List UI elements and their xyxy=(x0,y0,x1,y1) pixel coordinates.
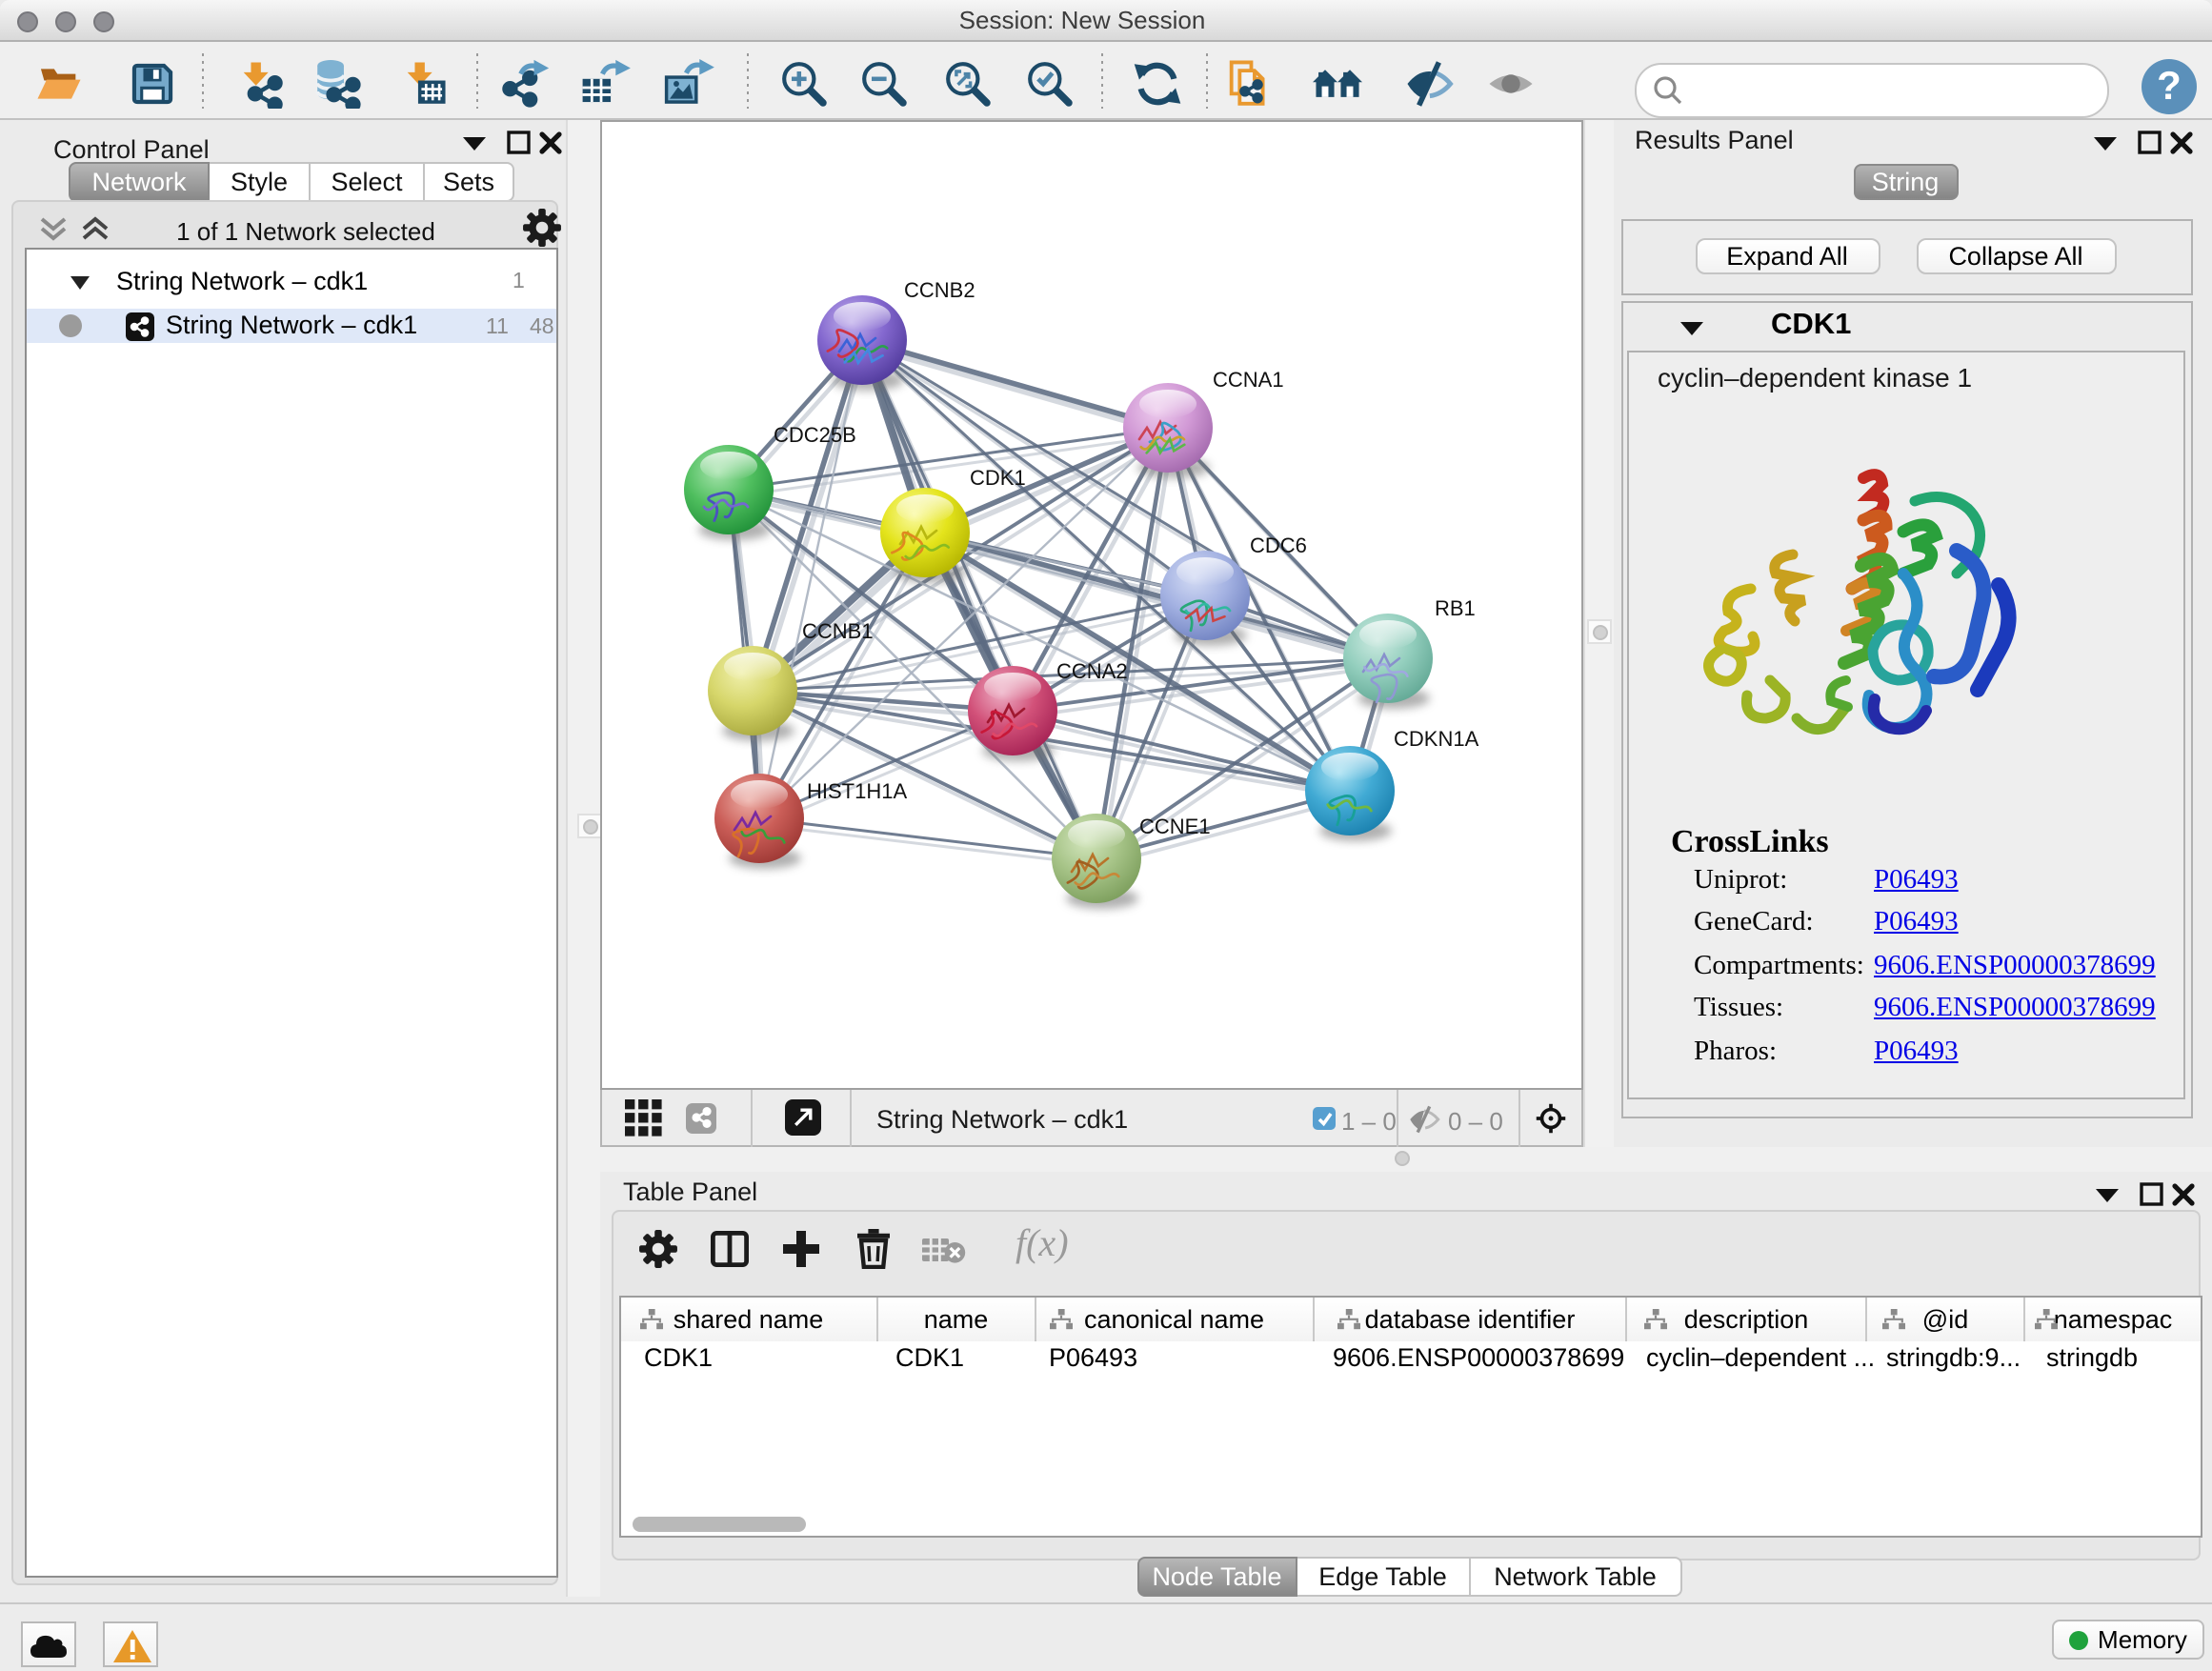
svg-text:RB1: RB1 xyxy=(1435,596,1476,620)
svg-text:CCNA1: CCNA1 xyxy=(1213,368,1284,392)
svg-text:CDKN1A: CDKN1A xyxy=(1394,727,1479,751)
svg-text:CDC6: CDC6 xyxy=(1250,534,1307,557)
svg-text:CDC25B: CDC25B xyxy=(774,423,856,447)
svg-text:CCNB1: CCNB1 xyxy=(802,619,874,643)
svg-text:CCNB2: CCNB2 xyxy=(904,278,975,302)
svg-text:CCNE1: CCNE1 xyxy=(1139,815,1211,838)
svg-text:CDK1: CDK1 xyxy=(970,466,1026,490)
svg-text:CCNA2: CCNA2 xyxy=(1056,659,1128,683)
svg-text:HIST1H1A: HIST1H1A xyxy=(807,779,907,803)
